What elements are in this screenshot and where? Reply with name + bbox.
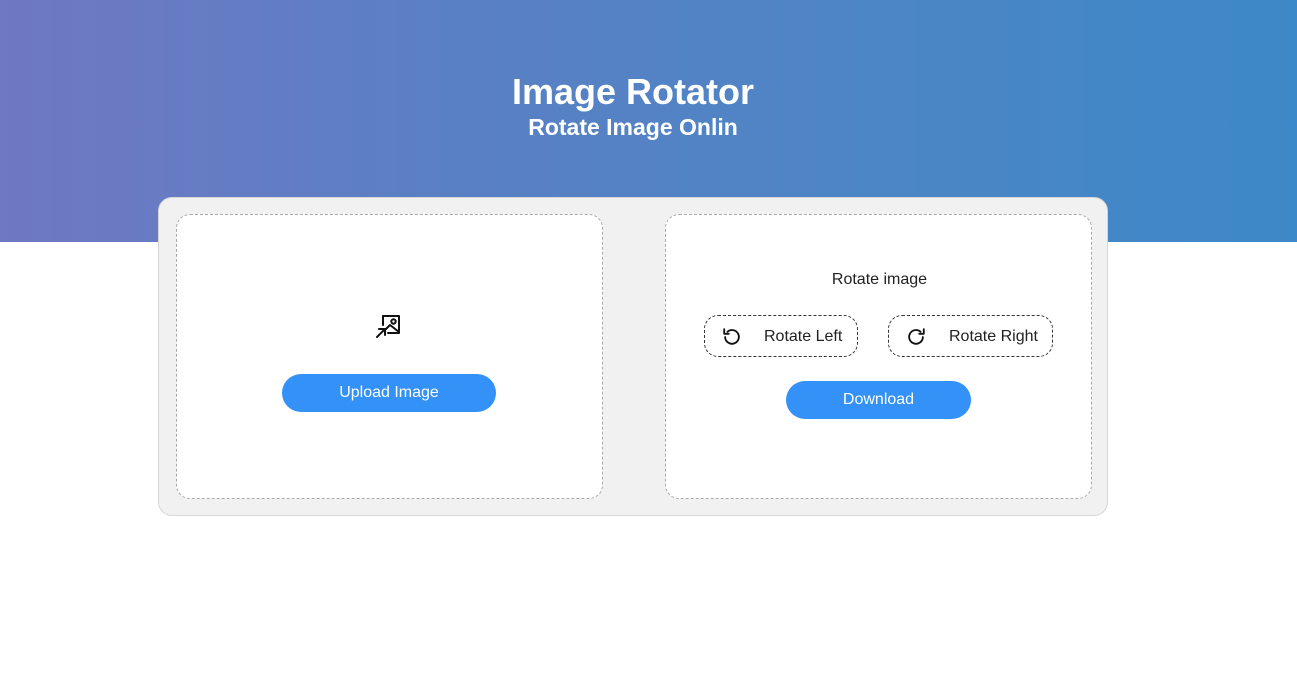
rotate-left-label: Rotate Left xyxy=(764,328,843,345)
rotate-ccw-icon xyxy=(723,328,740,345)
image-upload-icon[interactable] xyxy=(374,311,402,339)
upload-image-button[interactable]: Upload Image xyxy=(282,374,496,412)
rotate-heading: Rotate image xyxy=(831,271,928,288)
page-title: Image Rotator xyxy=(511,71,755,112)
rotate-left-button[interactable]: Rotate Left xyxy=(704,315,858,357)
download-button[interactable]: Download xyxy=(786,381,971,419)
tool-panel: Upload Image Rotate image Rotate Left Ro… xyxy=(158,197,1108,516)
page-subtitle: Rotate Image Onlin xyxy=(528,114,738,140)
upload-card[interactable]: Upload Image xyxy=(176,214,603,499)
rotate-cw-icon xyxy=(908,328,925,345)
rotate-right-button[interactable]: Rotate Right xyxy=(888,315,1053,357)
rotate-right-label: Rotate Right xyxy=(949,328,1038,345)
rotate-card: Rotate image Rotate Left Rotate Right Do… xyxy=(665,214,1092,499)
